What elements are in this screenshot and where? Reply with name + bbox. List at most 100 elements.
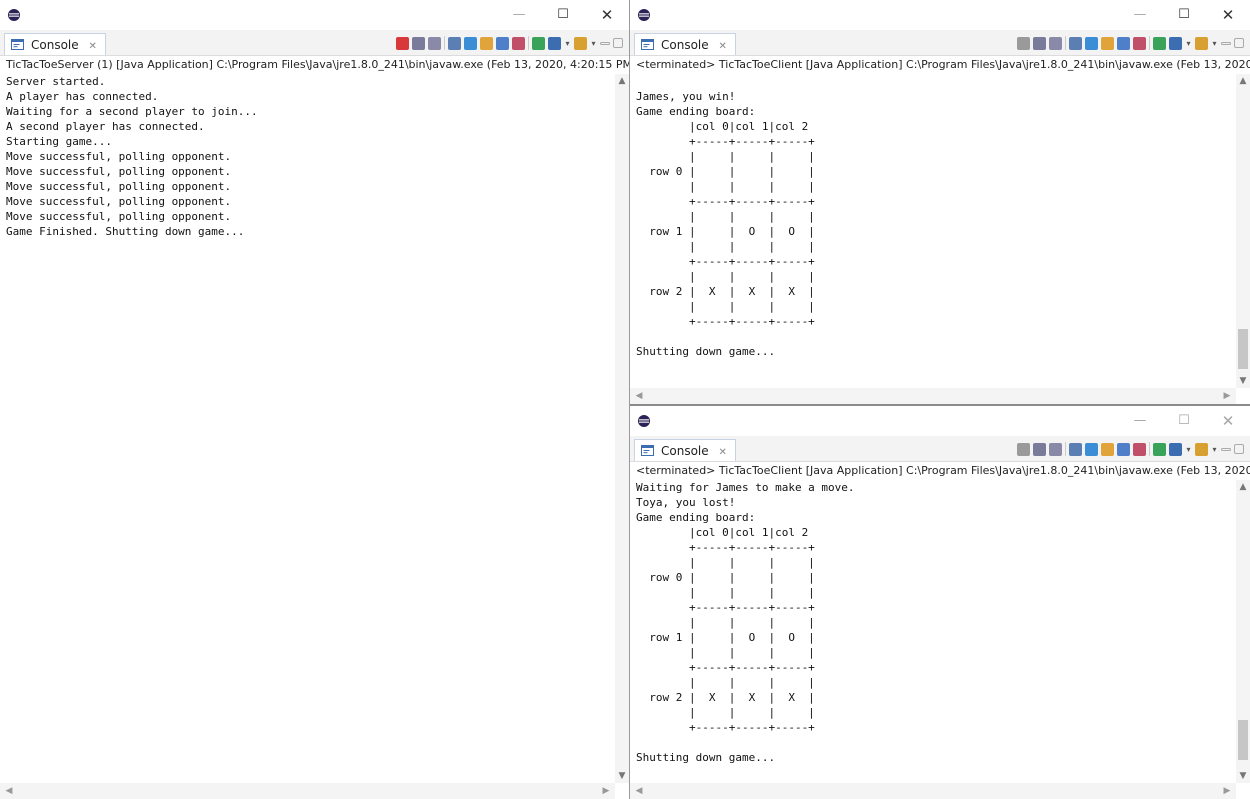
maximize-view-icon[interactable] [613, 38, 623, 48]
console-icon [641, 39, 654, 50]
show-on-output-icon[interactable] [1117, 36, 1130, 50]
scroll-down-icon[interactable]: ▼ [1236, 769, 1250, 783]
server-window: — ☐ ✕ Console ✕ ▾ ▾ TicTacToeServer (1) … [0, 0, 630, 799]
minimize-button[interactable]: — [1118, 411, 1162, 431]
terminate-icon[interactable] [396, 36, 409, 50]
client-james-window: — ☐ ✕ Console ✕ ▾ ▾ <terminated> TicTacT… [630, 0, 1250, 406]
vertical-scrollbar[interactable]: ▲ ▼ [1236, 480, 1250, 783]
eclipse-logo-icon [8, 9, 20, 21]
minimize-view-icon[interactable] [1221, 447, 1231, 451]
chevron-down-icon[interactable]: ▾ [564, 37, 571, 50]
display-console-icon[interactable] [548, 36, 561, 50]
vertical-scrollbar[interactable]: ▲ ▼ [1236, 74, 1250, 388]
show-on-error-icon[interactable] [1133, 36, 1146, 50]
console-toolbar: ▾ ▾ [1017, 440, 1244, 458]
show-on-output-icon[interactable] [496, 36, 509, 50]
scroll-up-icon[interactable]: ▲ [1236, 74, 1250, 88]
open-console-icon[interactable] [574, 36, 587, 50]
console-icon [11, 39, 24, 50]
terminate-icon[interactable] [1017, 36, 1030, 50]
view-tab-bar: Console ✕ ▾ ▾ [630, 436, 1250, 462]
scroll-right-icon[interactable]: ▶ [1220, 388, 1234, 404]
console-output[interactable]: Server started. A player has connected. … [6, 74, 613, 239]
title-bar[interactable]: — ☐ ✕ [0, 0, 629, 30]
pin-console-icon[interactable] [532, 36, 545, 50]
scroll-left-icon[interactable]: ◀ [2, 783, 16, 799]
horizontal-scrollbar[interactable]: ◀ ▶ [630, 388, 1236, 404]
minimize-view-icon[interactable] [1221, 41, 1231, 45]
console-output[interactable]: James, you win! Game ending board: |col … [636, 74, 1234, 359]
word-wrap-icon[interactable] [1101, 36, 1114, 50]
clear-console-icon[interactable] [1069, 442, 1082, 456]
close-button[interactable]: ✕ [1206, 411, 1250, 431]
title-bar[interactable]: — ☐ ✕ [630, 0, 1250, 30]
tab-console[interactable]: Console ✕ [634, 439, 736, 461]
maximize-button[interactable]: ☐ [1162, 5, 1206, 25]
horizontal-scrollbar[interactable]: ◀ ▶ [0, 783, 615, 799]
scroll-down-icon[interactable]: ▼ [1236, 374, 1250, 388]
pin-console-icon[interactable] [1153, 442, 1166, 456]
console-icon [641, 445, 654, 456]
remove-launch-icon[interactable] [1033, 36, 1046, 50]
terminate-icon[interactable] [1017, 442, 1030, 456]
scroll-up-icon[interactable]: ▲ [1236, 480, 1250, 494]
scroll-up-icon[interactable]: ▲ [615, 74, 629, 88]
word-wrap-icon[interactable] [1101, 442, 1114, 456]
maximize-button[interactable]: ☐ [1162, 411, 1206, 431]
clear-console-icon[interactable] [448, 36, 461, 50]
title-bar[interactable]: — ☐ ✕ [630, 406, 1250, 436]
chevron-down-icon[interactable]: ▾ [1211, 443, 1218, 456]
minimize-button[interactable]: — [1118, 5, 1162, 25]
tab-label: Console [31, 38, 79, 52]
open-console-icon[interactable] [1195, 442, 1208, 456]
remove-all-icon[interactable] [1049, 36, 1062, 50]
chevron-down-icon[interactable]: ▾ [590, 37, 597, 50]
remove-all-icon[interactable] [1049, 442, 1062, 456]
close-button[interactable]: ✕ [1206, 5, 1250, 25]
console-toolbar: ▾ ▾ [396, 34, 623, 52]
maximize-view-icon[interactable] [1234, 38, 1244, 48]
toolbar-separator [1149, 442, 1150, 456]
tab-close-icon[interactable]: ✕ [718, 442, 726, 464]
show-on-error-icon[interactable] [1133, 442, 1146, 456]
vertical-scrollbar[interactable]: ▲ ▼ [615, 74, 629, 783]
chevron-down-icon[interactable]: ▾ [1185, 443, 1192, 456]
remove-launch-icon[interactable] [412, 36, 425, 50]
scroll-lock-icon[interactable] [464, 36, 477, 50]
chevron-down-icon[interactable]: ▾ [1211, 37, 1218, 50]
horizontal-scrollbar[interactable]: ◀ ▶ [630, 783, 1236, 799]
show-on-error-icon[interactable] [512, 36, 525, 50]
scroll-right-icon[interactable]: ▶ [599, 783, 613, 799]
open-console-icon[interactable] [1195, 36, 1208, 50]
scroll-lock-icon[interactable] [1085, 36, 1098, 50]
toolbar-separator [444, 36, 445, 50]
word-wrap-icon[interactable] [480, 36, 493, 50]
scrollbar-thumb[interactable] [1238, 720, 1248, 760]
tab-close-icon[interactable]: ✕ [718, 36, 726, 58]
display-console-icon[interactable] [1169, 36, 1182, 50]
tab-console[interactable]: Console ✕ [4, 33, 106, 55]
clear-console-icon[interactable] [1069, 36, 1082, 50]
show-on-output-icon[interactable] [1117, 442, 1130, 456]
remove-all-icon[interactable] [428, 36, 441, 50]
scroll-down-icon[interactable]: ▼ [615, 769, 629, 783]
tab-close-icon[interactable]: ✕ [88, 36, 96, 58]
pin-console-icon[interactable] [1153, 36, 1166, 50]
scrollbar-thumb[interactable] [1238, 329, 1248, 369]
remove-launch-icon[interactable] [1033, 442, 1046, 456]
close-button[interactable]: ✕ [585, 5, 629, 25]
scroll-lock-icon[interactable] [1085, 442, 1098, 456]
maximize-view-icon[interactable] [1234, 444, 1244, 454]
console-output[interactable]: Waiting for James to make a move. Toya, … [636, 480, 1234, 765]
display-console-icon[interactable] [1169, 442, 1182, 456]
scroll-left-icon[interactable]: ◀ [632, 388, 646, 404]
process-description: <terminated> TicTacToeClient [Java Appli… [630, 56, 1250, 74]
minimize-button[interactable]: — [497, 5, 541, 25]
scroll-left-icon[interactable]: ◀ [632, 783, 646, 799]
scroll-right-icon[interactable]: ▶ [1220, 783, 1234, 799]
chevron-down-icon[interactable]: ▾ [1185, 37, 1192, 50]
maximize-button[interactable]: ☐ [541, 5, 585, 25]
client-toya-window: — ☐ ✕ Console ✕ ▾ ▾ <terminated> TicTacT… [630, 406, 1250, 799]
tab-console[interactable]: Console ✕ [634, 33, 736, 55]
minimize-view-icon[interactable] [600, 41, 610, 45]
